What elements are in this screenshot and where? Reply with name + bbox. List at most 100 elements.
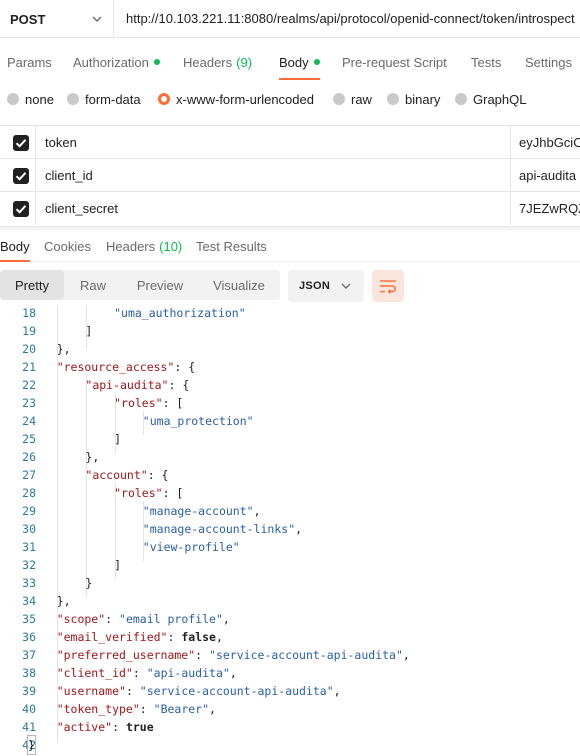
code-line: 18 "uma_authorization" — [0, 306, 580, 322]
radio-label: GraphQL — [473, 91, 527, 107]
tab-params[interactable]: Params — [7, 44, 52, 80]
code-text: "preferred_username": "service-account-a… — [56, 648, 410, 662]
view-mode-segment: Pretty Raw Preview Visualize — [0, 270, 280, 300]
tab-test-results[interactable]: Test Results — [196, 232, 267, 260]
checkbox-cell — [0, 126, 36, 159]
checkbox[interactable] — [13, 168, 29, 184]
radio-raw[interactable]: raw — [333, 88, 372, 110]
param-value[interactable]: api-audita — [510, 159, 580, 192]
line-number: 25 — [22, 432, 36, 446]
tab-cookies[interactable]: Cookies — [44, 232, 91, 260]
radio-circle — [67, 93, 79, 105]
code-text: "email_verified": false, — [56, 630, 223, 644]
button-label: Raw — [79, 277, 106, 293]
code-text: ] — [85, 324, 93, 338]
tab-pre-request-script[interactable]: Pre-request Script — [342, 44, 447, 80]
method-label: POST — [10, 11, 46, 27]
radio-x-www-form-urlencoded[interactable]: x-www-form-urlencoded — [158, 88, 314, 110]
tab-label: Headers — [106, 238, 156, 254]
tab-label: Headers — [183, 54, 233, 70]
code-line: 19] — [0, 322, 580, 340]
code-text: }, — [85, 450, 100, 464]
param-value[interactable]: 7JEZwRQZ — [510, 192, 580, 225]
view-visualize-button[interactable]: Visualize — [198, 270, 280, 300]
line-number: 23 — [22, 396, 36, 410]
param-value[interactable]: eyJhbGciOi — [510, 126, 580, 159]
tab-response-body[interactable]: Body — [0, 232, 30, 262]
request-tabs: Params Authorization Headers (9) Body Pre… — [0, 44, 580, 80]
code-line: 36 "email_verified": false, — [0, 628, 580, 646]
code-line: 22 "api-audita": { — [0, 376, 580, 394]
tab-authorization[interactable]: Authorization — [73, 44, 160, 80]
tab-label: Body — [0, 238, 30, 254]
tab-tests[interactable]: Tests — [471, 44, 501, 80]
tab-response-headers[interactable]: Headers (10) — [106, 232, 182, 260]
line-number: 29 — [22, 504, 36, 518]
line-number: 39 — [22, 684, 36, 698]
code-text: }, — [56, 594, 71, 608]
format-select[interactable]: JSON — [288, 270, 364, 302]
url-text: http://10.103.221.11:8080/realms/api/pro… — [126, 11, 575, 26]
panel-divider[interactable] — [0, 226, 580, 230]
chevron-down-icon — [341, 283, 351, 289]
code-text: "uma_protection" — [142, 414, 254, 428]
param-key[interactable]: client_id — [45, 159, 93, 192]
url-input[interactable]: http://10.103.221.11:8080/realms/api/pro… — [114, 0, 580, 37]
tab-headers[interactable]: Headers (9) — [183, 44, 252, 80]
code-line: 42} — [0, 735, 580, 755]
line-number: 28 — [22, 486, 36, 500]
line-number: 31 — [22, 540, 36, 554]
button-label: Preview — [136, 277, 184, 293]
radio-label: raw — [351, 91, 372, 107]
tab-label: Pre-request Script — [342, 54, 447, 70]
code-text: "uma_authorization" — [114, 306, 246, 320]
tab-settings[interactable]: Settings — [525, 44, 572, 80]
line-number: 19 — [22, 324, 36, 338]
line-number: 18 — [22, 306, 36, 320]
format-label: JSON — [299, 280, 331, 292]
checkbox-cell — [0, 192, 36, 225]
active-indicator-dot — [153, 59, 160, 65]
wrap-lines-button[interactable] — [372, 270, 404, 302]
line-number: 32 — [22, 558, 36, 572]
code-line: 32] — [0, 556, 580, 574]
radio-graphql[interactable]: GraphQL — [455, 88, 526, 110]
radio-none[interactable]: none — [7, 88, 54, 110]
line-number: 27 — [22, 468, 36, 482]
checkbox[interactable] — [13, 201, 29, 217]
code-text: "view-profile" — [142, 540, 240, 554]
view-raw-button[interactable]: Raw — [64, 270, 122, 300]
code-line: 33} — [0, 574, 580, 592]
code-line: 31 "view-profile" — [0, 538, 580, 556]
line-number: 34 — [22, 594, 36, 608]
headers-count: (10) — [159, 238, 183, 254]
response-body-code[interactable]: 18 "uma_authorization" 19] 20}, 21 "resource_… — [0, 306, 580, 756]
code-line: 20}, — [0, 340, 580, 358]
code-text: } — [27, 735, 36, 755]
view-pretty-button[interactable]: Pretty — [0, 270, 64, 300]
check-icon — [15, 172, 27, 181]
wrap-lines-icon — [380, 280, 396, 294]
radio-circle — [333, 93, 345, 105]
code-line: 34}, — [0, 592, 580, 610]
radio-binary[interactable]: binary — [387, 88, 440, 110]
tab-label: Cookies — [44, 238, 91, 254]
code-line: 38 "client_id": "api-audita", — [0, 664, 580, 682]
line-number: 26 — [22, 450, 36, 464]
radio-label: none — [25, 91, 54, 107]
line-number: 36 — [22, 630, 36, 644]
code-line: 41 "active": true — [0, 718, 580, 736]
active-indicator-dot — [313, 59, 320, 65]
view-preview-button[interactable]: Preview — [122, 270, 198, 300]
table-row: client_id api-audita — [0, 158, 580, 192]
tab-body[interactable]: Body — [279, 44, 320, 80]
button-label: Pretty — [15, 277, 49, 293]
check-icon — [15, 205, 27, 214]
param-key[interactable]: token — [45, 126, 77, 159]
checkbox[interactable] — [13, 135, 29, 151]
code-line: 21 "resource_access": { — [0, 358, 580, 376]
code-text: "resource_access": { — [56, 360, 196, 374]
method-select[interactable]: POST — [0, 0, 114, 38]
param-key[interactable]: client_secret — [45, 192, 118, 225]
radio-form-data[interactable]: form-data — [67, 88, 141, 110]
